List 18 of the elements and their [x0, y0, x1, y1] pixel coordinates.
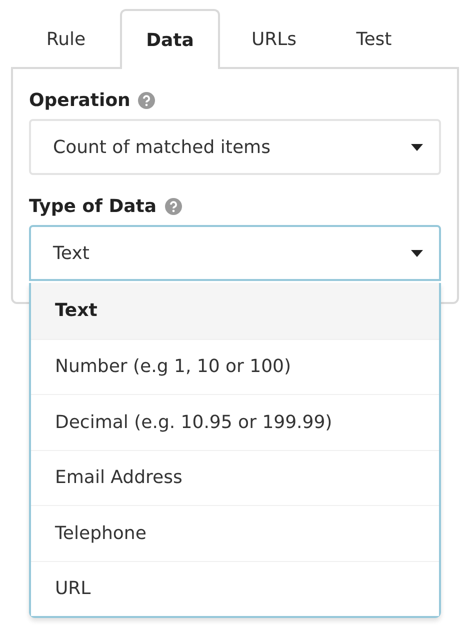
dropdown-option[interactable]: Text: [31, 283, 439, 338]
help-icon: [138, 92, 156, 108]
dropdown-option[interactable]: Telephone: [31, 505, 439, 560]
help-icon: [164, 198, 182, 214]
caret-icon: [411, 250, 423, 256]
dropdown[interactable]: Text: [29, 225, 441, 281]
dropdown-option[interactable]: Number (e.g 1, 10 or 100): [31, 338, 439, 394]
field-label: Type of Data: [29, 194, 157, 218]
field-label: Operation: [29, 88, 130, 112]
dropdown-option[interactable]: URL: [31, 560, 439, 616]
tab[interactable]: URLs: [228, 9, 320, 67]
caret-icon: [411, 144, 423, 150]
dropdown-option[interactable]: Decimal (e.g. 10.95 or 199.99): [31, 394, 439, 450]
dropdown[interactable]: Count of matched items: [29, 119, 441, 175]
tab[interactable]: Data: [120, 9, 220, 69]
dropdown-option[interactable]: Email Address: [31, 450, 439, 505]
tab[interactable]: Test: [328, 9, 420, 67]
tab[interactable]: Rule: [20, 9, 112, 67]
